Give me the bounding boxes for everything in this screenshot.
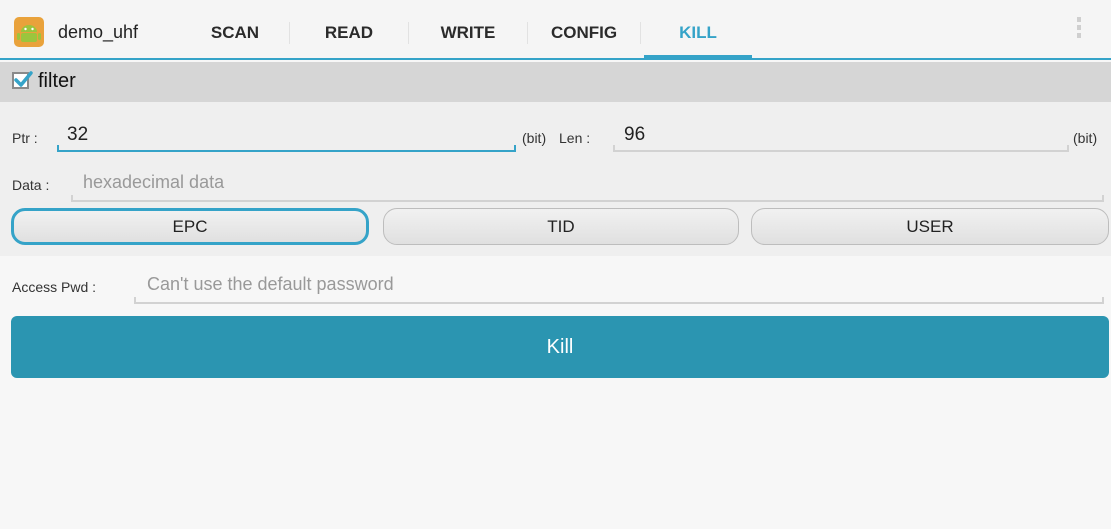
tab-read[interactable]: READ	[290, 0, 408, 58]
len-label: Len :	[559, 130, 591, 146]
data-label: Data :	[12, 177, 50, 193]
ptr-label: Ptr :	[12, 130, 38, 146]
filter-header: filter	[0, 62, 1111, 102]
tab-write[interactable]: WRITE	[409, 0, 527, 58]
filter-label: filter	[38, 70, 76, 92]
bank-tid-button[interactable]: TID	[383, 208, 739, 245]
bank-user-button[interactable]: USER	[751, 208, 1109, 245]
tab-divider	[640, 22, 641, 44]
len-input[interactable]: 96	[624, 124, 645, 146]
data-input-underline	[71, 195, 1104, 202]
ptr-input[interactable]: 32	[67, 124, 88, 146]
checkmark-icon	[14, 71, 33, 87]
access-pwd-input[interactable]: Can't use the default password	[147, 274, 394, 295]
tab-config[interactable]: CONFIG	[528, 0, 640, 58]
access-pwd-underline	[134, 297, 1104, 304]
overflow-menu-icon[interactable]	[1073, 17, 1085, 47]
ptr-input-underline	[57, 145, 516, 152]
app-title: demo_uhf	[58, 22, 139, 42]
filter-checkbox[interactable]	[12, 71, 33, 89]
android-robot-icon	[14, 17, 44, 47]
kill-button[interactable]: Kill	[11, 316, 1109, 378]
ptr-unit: (bit)	[522, 130, 547, 146]
data-input[interactable]: hexadecimal data	[83, 172, 224, 193]
app-window: demo_uhf SCAN READ WRITE CONFIG KILL fil…	[0, 0, 1111, 529]
tab-scan[interactable]: SCAN	[182, 0, 288, 58]
action-bar: demo_uhf SCAN READ WRITE CONFIG KILL	[0, 0, 1111, 60]
len-unit: (bit)	[1073, 130, 1098, 146]
tab-kill[interactable]: KILL	[644, 0, 752, 59]
len-input-underline	[613, 145, 1069, 152]
access-pwd-label: Access Pwd :	[12, 279, 97, 295]
bank-epc-button[interactable]: EPC	[11, 208, 369, 245]
